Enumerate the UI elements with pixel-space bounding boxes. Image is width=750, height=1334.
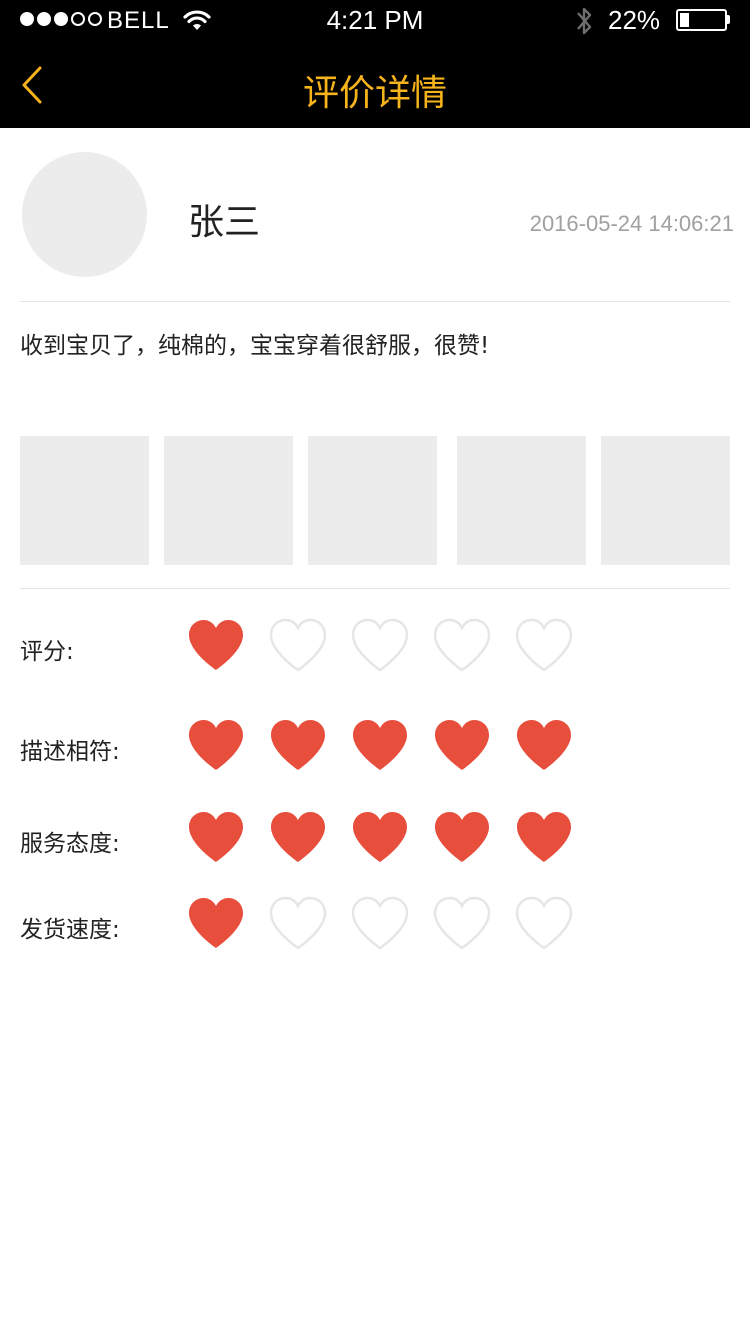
- heart-filled-icon[interactable]: [186, 810, 246, 866]
- rating-label: 描述相符:: [20, 739, 120, 765]
- review-photo[interactable]: [601, 436, 730, 565]
- heart-filled-icon[interactable]: [432, 718, 492, 774]
- review-photo[interactable]: [308, 436, 437, 565]
- heart-filled-icon[interactable]: [186, 618, 246, 674]
- battery-icon: [676, 9, 727, 31]
- app-header: BELL 4:21 PM 22% 评价详情: [0, 0, 750, 128]
- heart-filled-icon[interactable]: [186, 896, 246, 952]
- rating-row: 描述相符:: [0, 718, 750, 778]
- rating-label: 评分:: [20, 639, 74, 665]
- user-name: 张三: [188, 202, 261, 243]
- bluetooth-icon: [577, 7, 592, 35]
- heart-empty-icon[interactable]: [432, 896, 492, 952]
- heart-filled-icon[interactable]: [514, 810, 574, 866]
- divider: [20, 588, 730, 589]
- page-title: 评价详情: [302, 73, 447, 114]
- review-photo[interactable]: [164, 436, 293, 565]
- battery-level: [680, 13, 689, 27]
- avatar: [22, 152, 147, 277]
- heart-empty-icon[interactable]: [350, 618, 410, 674]
- rating-label: 发货速度:: [20, 917, 120, 943]
- heart-filled-icon[interactable]: [350, 718, 410, 774]
- heart-empty-icon[interactable]: [514, 896, 574, 952]
- heart-empty-icon[interactable]: [514, 618, 574, 674]
- heart-empty-icon[interactable]: [432, 618, 492, 674]
- heart-filled-icon[interactable]: [432, 810, 492, 866]
- heart-empty-icon[interactable]: [350, 896, 410, 952]
- status-bar: BELL 4:21 PM 22%: [0, 0, 750, 42]
- review-photos: [20, 436, 732, 565]
- heart-filled-icon[interactable]: [186, 718, 246, 774]
- heart-empty-icon[interactable]: [268, 618, 328, 674]
- rating-row: 服务态度:: [0, 810, 750, 870]
- heart-filled-icon[interactable]: [268, 810, 328, 866]
- rating-label: 服务态度:: [20, 831, 120, 857]
- review-photo[interactable]: [457, 436, 586, 565]
- heart-empty-icon[interactable]: [268, 896, 328, 952]
- rating-row: 发货速度:: [0, 896, 750, 956]
- heart-filled-icon[interactable]: [268, 718, 328, 774]
- review-text: 收到宝贝了，纯棉的，宝宝穿着很舒服，很赞!: [20, 333, 490, 359]
- battery-percentage: 22%: [608, 5, 661, 35]
- battery-cap: [727, 15, 730, 24]
- divider: [20, 301, 730, 302]
- heart-filled-icon[interactable]: [350, 810, 410, 866]
- review-photo[interactable]: [20, 436, 149, 565]
- review-timestamp: 2016-05-24 14:06:21: [529, 211, 734, 236]
- rating-row: 评分:: [0, 618, 750, 678]
- heart-filled-icon[interactable]: [514, 718, 574, 774]
